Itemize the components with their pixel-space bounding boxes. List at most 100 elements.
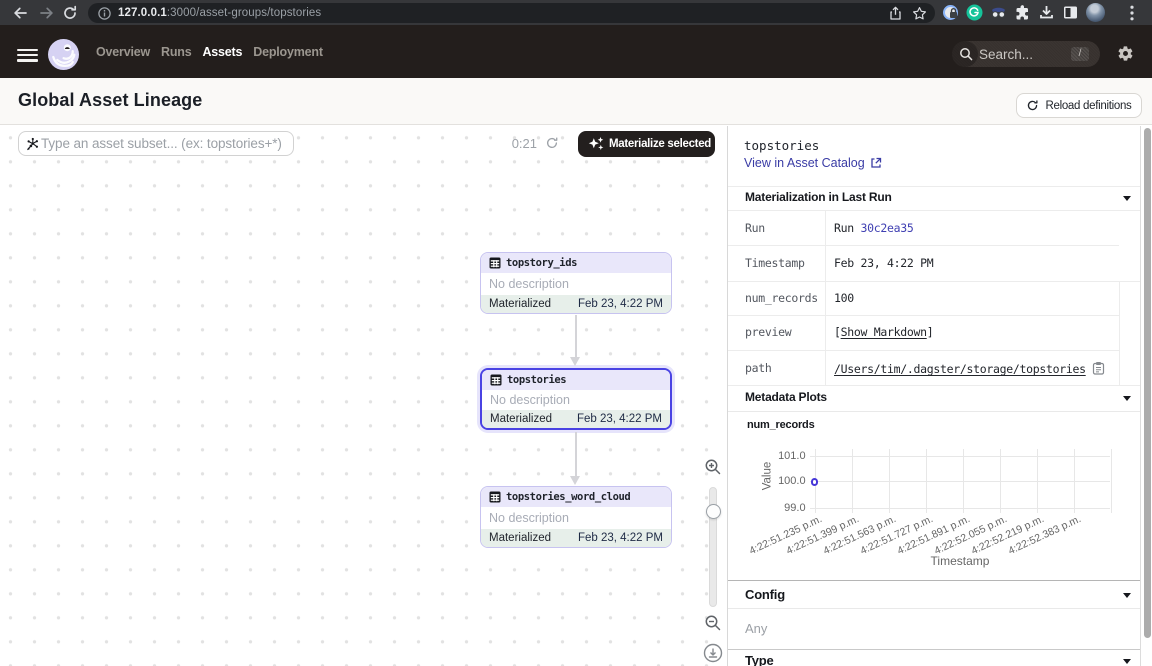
url-bar[interactable]: 127.0.0.1:3000/asset-groups/topstories [88,3,935,23]
recenter-icon[interactable] [703,643,723,663]
metadata-key: Timestamp [745,256,805,270]
nav-item-overview[interactable]: Overview [96,45,150,59]
run-id-link[interactable]: 30c2ea35 [861,221,914,235]
metadata-row-num_records: num_records100 [728,281,1141,316]
metadata-value: Feb 23, 4:22 PM [834,256,933,270]
browser-menu-icon-svg [1130,5,1134,21]
hamburger-menu-icon[interactable] [17,49,38,62]
copy-path-icon[interactable] [1092,362,1105,376]
forward-icon-svg [39,5,55,21]
nav-links: Overview Runs Assets Deployment [96,25,323,78]
section-type[interactable]: Type [728,650,1140,666]
asset-graph-canvas[interactable]: Type an asset subset... (ex: topstories+… [0,126,727,666]
section-config[interactable]: Config [728,582,1140,607]
chart-ylabel: Value [761,462,773,491]
metadata-value: Run 30c2ea35 [834,221,914,235]
dagster-logo-svg [47,38,80,71]
password-manager-icon[interactable] [942,4,959,21]
metadata-table-right-border [1119,281,1120,386]
metadata-row-Timestamp: Timestamp Feb 23, 4:22 PM [728,245,1141,281]
browser-chrome: 127.0.0.1:3000/asset-groups/topstories [0,0,1152,25]
reload-icon[interactable] [62,5,78,21]
config-value: Any [745,621,767,636]
path-link[interactable]: /Users/tim/.dagster/storage/topstories [834,362,1086,376]
reader-glasses-icon[interactable] [990,4,1007,21]
table-icon-svg [490,374,502,386]
view-in-asset-catalog-link[interactable]: View in Asset Catalog [744,156,882,170]
section-metadata-plots[interactable]: Metadata Plots [728,386,1140,411]
metadata-value-part: Run [834,221,861,235]
dagster-logo[interactable] [47,38,80,71]
metadata-key: path [745,361,772,375]
grammarly-icon[interactable] [966,4,983,21]
metadata-key: preview [745,325,791,339]
page-title: Global Asset Lineage [18,90,202,111]
collapse-caret-icon[interactable] [1123,593,1131,598]
table-icon [490,374,502,386]
asset-node-status: Materialized [489,298,551,310]
site-info-icon[interactable] [98,7,111,20]
chart-gridline-h [810,508,1111,509]
edge-topstories-word_cloud [575,432,577,476]
table-icon [489,257,501,269]
search-icon [959,47,973,61]
divider [728,411,1141,412]
asset-node-header: topstories_word_cloud [481,487,671,507]
collapse-caret-icon[interactable] [1123,659,1131,664]
materialize-selected-button[interactable]: Materialize selected [578,131,715,157]
settings-gear-icon-svg [1117,45,1134,62]
asset-node-status: Materialized [489,532,551,544]
reload-definitions-button[interactable]: Reload definitions [1016,93,1142,118]
asset-node-timestamp: Feb 23, 4:22 PM [578,532,663,544]
bookmark-star-icon[interactable] [912,6,927,21]
share-icon-svg [888,6,903,21]
zoom-slider-handle[interactable] [706,504,721,519]
collapse-caret-icon[interactable] [1123,196,1131,201]
metadata-key: Run [745,221,765,235]
chart-xlabel: Timestamp [931,554,990,568]
asset-node-timestamp: Feb 23, 4:22 PM [577,413,662,425]
chart-data-point[interactable] [811,478,819,486]
download-icon[interactable] [1038,4,1055,21]
global-search[interactable]: Search... / [952,41,1100,67]
section-materialization[interactable]: Materialization in Last Run [728,186,1140,209]
grammarly-icon-svg [966,4,983,21]
asset-node-footer: Materialized Feb 23, 4:22 PM [481,529,671,548]
scrollbar-track-edge [1140,126,1141,666]
zoom-out-icon[interactable] [704,614,722,632]
extensions-puzzle-icon[interactable] [1014,4,1031,21]
zoom-in-icon-svg [704,458,722,476]
search-icon-svg [959,47,973,61]
zoom-in-icon[interactable] [704,458,722,476]
show-markdown-link[interactable]: Show Markdown [841,325,927,339]
side-panel-icon[interactable] [1062,4,1079,21]
back-icon[interactable] [12,5,28,21]
asset-node-topstories_word_cloud[interactable]: topstories_word_cloudNo descriptionMater… [480,486,672,548]
nav-item-assets[interactable]: Assets [202,45,242,59]
hamburger-menu-icon-part [17,49,38,52]
collapse-caret-icon[interactable] [1123,396,1131,401]
browser-menu-icon[interactable] [1130,5,1134,21]
forward-icon[interactable] [39,5,55,21]
asset-node-timestamp: Feb 23, 4:22 PM [578,298,663,310]
page-header: Global Asset Lineage Reload definitions [0,78,1152,125]
profile-avatar[interactable] [1086,3,1105,22]
section-top-border [728,580,1141,581]
password-manager-icon-svg [942,4,959,21]
nav-item-deployment[interactable]: Deployment [253,45,323,59]
settings-gear-icon[interactable] [1117,45,1134,62]
asset-filter-input[interactable]: Type an asset subset... (ex: topstories+… [18,131,294,156]
url-host: 127.0.0.1 [118,7,167,19]
metadata-value: /Users/tim/.dagster/storage/topstories [834,361,1105,376]
panel-scrollbar[interactable] [1144,128,1151,638]
graph-refresh-icon[interactable] [545,136,559,150]
nav-item-runs[interactable]: Runs [161,45,191,59]
asset-node-topstory_ids[interactable]: topstory_idsNo descriptionMaterializedFe… [480,252,672,314]
copy-path-icon-svg [1092,361,1105,375]
asset-node-topstories[interactable]: topstoriesNo descriptionMaterializedFeb … [480,368,672,430]
url-text: 127.0.0.1:3000/asset-groups/topstories [118,7,321,19]
metadata-row-preview: preview[Show Markdown] [728,315,1141,350]
asset-node-footer: Materialized Feb 23, 4:22 PM [481,295,671,314]
share-icon[interactable] [888,6,903,21]
key-column-divider [825,210,826,385]
